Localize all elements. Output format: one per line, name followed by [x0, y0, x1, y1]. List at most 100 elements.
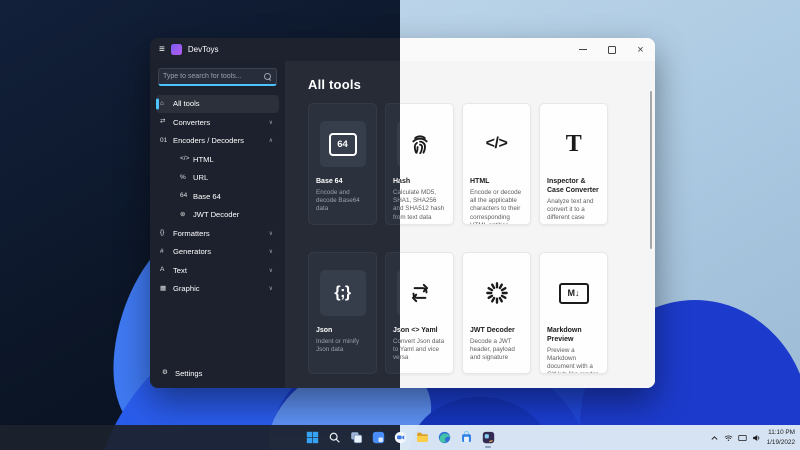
gear-icon: ⚙ [162, 369, 168, 376]
tool-card-description: Calculate MD5, SHA1, SHA256 and SHA512 h… [393, 188, 445, 221]
tool-card-inspector-case-converter[interactable]: T Inspector & Case Converter Analyze text … [539, 103, 608, 225]
sidebar-item-text[interactable]: A Text ∨ [156, 262, 279, 280]
sidebar-item-all-tools[interactable]: ⌂ All tools [156, 95, 279, 113]
braces-semicolon-icon: {;} [334, 284, 351, 301]
search-input[interactable] [159, 73, 263, 80]
sidebar-item-url[interactable]: % URL [156, 169, 279, 187]
taskbar-clock[interactable]: 11:10 PM 1/19/2022 [767, 428, 795, 447]
maximize-button[interactable] [597, 38, 626, 61]
tool-icon-tile: M↓ [551, 270, 597, 316]
sidebar-item-formatters[interactable]: {} Formatters ∨ [156, 225, 279, 243]
text-icon: A [160, 266, 165, 273]
link-icon: % [180, 173, 186, 181]
chevron-up-tray-button[interactable] [710, 434, 719, 442]
active-app-indicator [485, 445, 491, 448]
image-icon: ▦ [160, 284, 167, 292]
menu-toggle-button[interactable]: ≡ [159, 44, 165, 55]
volume-icon [752, 434, 759, 441]
widgets-icon [372, 431, 384, 444]
network-tray-button[interactable] [724, 434, 733, 442]
taskbar-icon-devtoys[interactable] [479, 428, 497, 448]
touch-keyboard-tray-button[interactable] [737, 434, 747, 442]
sidebar-item-label: Base 64 [193, 191, 221, 201]
binary-icon: 01 [160, 136, 168, 144]
token-icon: ⊛ [180, 210, 186, 218]
windows-start-icon [306, 431, 318, 444]
chevron-down-icon: ∨ [268, 286, 273, 293]
sidebar-item-label: JWT Decoder [193, 210, 240, 220]
tool-card-title: Json [316, 327, 333, 334]
taskbar-icon-edge[interactable] [435, 428, 453, 448]
sidebar-item-converters[interactable]: ⇄ Converters ∨ [156, 114, 279, 132]
close-button[interactable]: × [626, 38, 655, 61]
search-box[interactable] [158, 68, 277, 86]
taskbar-icon-file-explorer[interactable] [413, 428, 431, 448]
tool-icon-tile: 64 [319, 121, 366, 167]
tool-card-json[interactable]: {;} Json Indent or minify Json data [308, 252, 377, 374]
base64-icon: 64 [180, 192, 188, 199]
taskbar-icon-search[interactable] [325, 428, 343, 448]
tool-card-title: Markdown Preview [547, 327, 582, 343]
window-controls: × [568, 38, 655, 61]
tool-icon-tile [400, 121, 443, 167]
html-code-icon: </> [180, 155, 190, 162]
clock-date: 1/19/2022 [766, 438, 795, 446]
devtoys-taskbar-icon [482, 431, 494, 444]
swap-icon: ⇄ [160, 118, 166, 125]
sidebar-item-jwt-decoder[interactable]: ⊛ JWT Decoder [156, 206, 279, 224]
selection-indicator [156, 98, 159, 110]
settings-label: Settings [175, 368, 203, 378]
tool-icon-tile: {;} [319, 270, 366, 316]
microsoft-store-icon [461, 431, 471, 442]
tool-card-markdown-preview[interactable]: M↓ Markdown Preview Preview a Markdown doc… [539, 252, 608, 374]
chevron-up-icon [711, 435, 717, 440]
sidebar-item-base-64[interactable]: 64 Base 64 [156, 188, 279, 206]
base64-badge-icon: 64 [328, 132, 357, 156]
volume-tray-button[interactable] [752, 434, 761, 442]
sidebar: ⌂ All tools ⇄ Converters ∨ 01 Encoders / Decod… [150, 61, 285, 388]
sidebar-item-label: Encoders / Decoders [173, 136, 244, 146]
chevron-down-icon: ∨ [268, 119, 273, 126]
sidebar-nav: ⌂ All tools ⇄ Converters ∨ 01 Encoders / Decod… [150, 95, 285, 298]
taskbar-icon-store[interactable] [457, 428, 475, 448]
sidebar-item-encoders-decoders[interactable]: 01 Encoders / Decoders ∧ [156, 132, 279, 150]
sidebar-item-html[interactable]: </>HTML [156, 151, 279, 169]
vertical-scrollbar[interactable] [650, 91, 652, 249]
tool-card-description: Encode and decode Base64 data [316, 188, 360, 213]
desktop-screen: ≡ DevToys × ⌂All tools⇄Converters∨01Enco [0, 0, 800, 450]
tool-card-html[interactable]: </> HTML Encode or decode all the applicab… [462, 103, 531, 225]
chevron-down-icon: ∨ [268, 230, 273, 237]
taskbar-icon-start[interactable] [303, 428, 321, 448]
fingerprint-icon [411, 135, 428, 155]
tool-card-title: Base 64 [316, 178, 343, 185]
convert-loop-icon [411, 283, 428, 303]
tool-card-title: HTML [470, 178, 490, 185]
sidebar-item-label: All tools [173, 99, 200, 109]
home-icon: ⌂ [160, 99, 164, 107]
sidebar-item-label: Generators [173, 247, 211, 257]
tool-card-title: JWT Decoder [470, 327, 515, 334]
sidebar-item-label: Graphic [173, 284, 200, 294]
tool-icon-tile: T [551, 121, 597, 167]
sidebar-item-settings[interactable]: ⚙ Settings [158, 365, 277, 383]
tool-card-description: Decode a JWT header, payload and signatu… [470, 337, 515, 362]
touch-keyboard-icon [737, 434, 747, 441]
tool-card-description: Convert Json data to Yaml and vice versa [393, 337, 445, 362]
taskbar-icon-widgets[interactable] [369, 428, 387, 448]
tool-card-base-64[interactable]: 64 Base 64 Encode and decode Base64 data [308, 103, 377, 225]
tool-icon-tile: </> [474, 121, 520, 167]
tool-icon-tile [400, 270, 443, 316]
sidebar-item-generators[interactable]: # Generators ∨ [156, 243, 279, 261]
taskbar-icon-task-view[interactable] [347, 428, 365, 448]
tray-icons [710, 434, 761, 442]
sidebar-item-graphic[interactable]: ▦ Graphic ∨ [156, 280, 279, 298]
tool-card-jwt-decoder[interactable]: JWT Decoder Decode a JWT header, payload … [462, 252, 531, 374]
chevron-down-icon: ∨ [268, 249, 273, 256]
letter-t-icon: T [565, 130, 582, 157]
clock-time: 11:10 PM [768, 429, 795, 437]
minimize-button[interactable] [568, 38, 597, 61]
tool-card-title: Json <> Yaml [393, 327, 438, 334]
network-wifi-icon [724, 434, 732, 441]
chevron-down-icon: ∨ [268, 267, 273, 274]
sidebar-item-label: Formatters [173, 228, 210, 238]
